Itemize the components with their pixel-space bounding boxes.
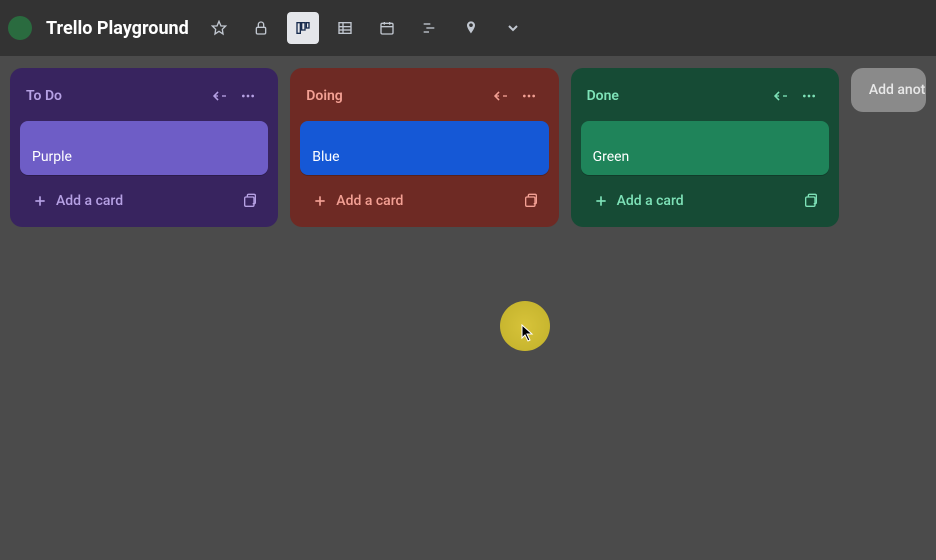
list-title[interactable]: To Do bbox=[26, 88, 206, 104]
collapse-list-button[interactable] bbox=[206, 82, 234, 110]
card[interactable]: Blue bbox=[300, 121, 548, 175]
collapse-icon bbox=[773, 88, 789, 104]
list-title[interactable]: Doing bbox=[306, 88, 486, 104]
collapse-list-button[interactable] bbox=[487, 82, 515, 110]
card[interactable]: Purple bbox=[20, 121, 268, 175]
add-card-label: Add a card bbox=[56, 193, 123, 209]
plus-icon bbox=[312, 193, 328, 209]
chevron-down-icon bbox=[505, 20, 521, 36]
card-title: Blue bbox=[312, 149, 339, 165]
list-header: Done bbox=[581, 78, 829, 118]
template-icon bbox=[242, 193, 258, 209]
template-icon bbox=[523, 193, 539, 209]
add-card-button[interactable]: Add a card bbox=[304, 187, 516, 215]
collapse-list-button[interactable] bbox=[767, 82, 795, 110]
board-icon bbox=[295, 20, 311, 36]
timeline-icon bbox=[421, 20, 437, 36]
card-title: Green bbox=[593, 149, 630, 165]
add-list-button[interactable]: Add another list bbox=[851, 68, 926, 112]
add-card-label: Add a card bbox=[617, 193, 684, 209]
list-footer: Add a card bbox=[300, 181, 548, 217]
board-title[interactable]: Trello Playground bbox=[38, 18, 197, 39]
collapse-icon bbox=[212, 88, 228, 104]
add-card-label: Add a card bbox=[336, 193, 403, 209]
visibility-button[interactable] bbox=[245, 12, 277, 44]
card-title: Purple bbox=[32, 149, 72, 165]
add-list-label: Add another list bbox=[869, 82, 926, 98]
list-menu-button[interactable] bbox=[234, 82, 262, 110]
template-button[interactable] bbox=[236, 187, 264, 215]
add-card-button[interactable]: Add a card bbox=[585, 187, 797, 215]
star-icon bbox=[211, 20, 227, 36]
cursor-icon bbox=[521, 324, 535, 342]
more-views-button[interactable] bbox=[497, 12, 529, 44]
dots-icon bbox=[521, 88, 537, 104]
board-header: Trello Playground bbox=[0, 0, 936, 56]
template-icon bbox=[803, 193, 819, 209]
card[interactable]: Green bbox=[581, 121, 829, 175]
list-header: To Do bbox=[20, 78, 268, 118]
list-header: Doing bbox=[300, 78, 548, 118]
list-menu-button[interactable] bbox=[515, 82, 543, 110]
calendar-view-button[interactable] bbox=[371, 12, 403, 44]
dots-icon bbox=[801, 88, 817, 104]
add-card-button[interactable]: Add a card bbox=[24, 187, 236, 215]
table-view-button[interactable] bbox=[329, 12, 361, 44]
map-view-button[interactable] bbox=[455, 12, 487, 44]
plus-icon bbox=[593, 193, 609, 209]
dots-icon bbox=[240, 88, 256, 104]
plus-icon bbox=[32, 193, 48, 209]
star-button[interactable] bbox=[203, 12, 235, 44]
list-title[interactable]: Done bbox=[587, 88, 767, 104]
list-menu-button[interactable] bbox=[795, 82, 823, 110]
list-todo: To Do Purple Add a card bbox=[10, 68, 278, 227]
template-button[interactable] bbox=[797, 187, 825, 215]
workspace-logo[interactable] bbox=[8, 16, 32, 40]
board-view-button[interactable] bbox=[287, 12, 319, 44]
collapse-icon bbox=[493, 88, 509, 104]
timeline-view-button[interactable] bbox=[413, 12, 445, 44]
map-pin-icon bbox=[463, 20, 479, 36]
template-button[interactable] bbox=[517, 187, 545, 215]
cursor-highlight bbox=[500, 301, 550, 351]
table-icon bbox=[337, 20, 353, 36]
list-footer: Add a card bbox=[581, 181, 829, 217]
list-done: Done Green Add a card bbox=[571, 68, 839, 227]
calendar-icon bbox=[379, 20, 395, 36]
list-footer: Add a card bbox=[20, 181, 268, 217]
lock-icon bbox=[253, 20, 269, 36]
board-canvas[interactable]: To Do Purple Add a card Doing bbox=[0, 56, 936, 239]
list-doing: Doing Blue Add a card bbox=[290, 68, 558, 227]
